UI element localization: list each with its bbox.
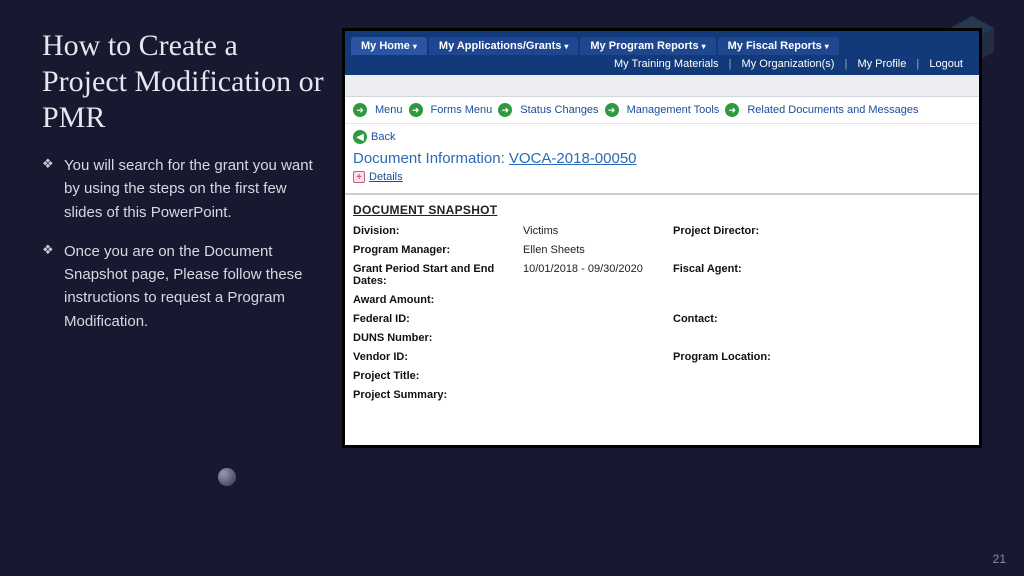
field-label: DUNS Number: xyxy=(353,332,523,344)
field-label: Award Amount: xyxy=(353,294,523,306)
util-link-profile[interactable]: My Profile xyxy=(857,58,906,70)
chevron-down-icon: ▾ xyxy=(702,42,706,51)
field-label: Contact: xyxy=(673,313,793,325)
slide-title: How to Create a Project Modification or … xyxy=(42,28,328,136)
tab-my-applications-grants[interactable]: My Applications/Grants▾ xyxy=(429,37,578,55)
arrow-circle-icon: ➜ xyxy=(353,103,367,117)
tab-my-home[interactable]: My Home▾ xyxy=(351,37,427,55)
snapshot-title: DOCUMENT SNAPSHOT xyxy=(353,203,971,217)
arrow-circle-icon: ➜ xyxy=(409,103,423,117)
menu-link-forms[interactable]: Forms Menu xyxy=(431,104,493,116)
tab-label: My Fiscal Reports xyxy=(728,40,822,52)
tab-label: My Program Reports xyxy=(590,40,698,52)
separator: | xyxy=(916,58,919,70)
field-label: Project Director: xyxy=(673,225,793,237)
field-value xyxy=(793,351,971,363)
back-row: ◀ Back xyxy=(345,124,979,150)
slide-number: 21 xyxy=(993,552,1006,566)
field-value xyxy=(523,294,673,306)
field-value xyxy=(523,313,673,325)
tab-label: My Applications/Grants xyxy=(439,40,561,52)
bullet-list: You will search for the grant you want b… xyxy=(42,154,328,333)
field-value xyxy=(523,370,673,382)
slide-container: How to Create a Project Modification or … xyxy=(0,0,1024,576)
field-value xyxy=(523,389,673,401)
action-menu-row: ➜ Menu ➜ Forms Menu ➜ Status Changes ➜ Manag… xyxy=(345,97,979,124)
tab-my-fiscal-reports[interactable]: My Fiscal Reports▾ xyxy=(718,37,839,55)
bullet-item: Once you are on the Document Snapshot pa… xyxy=(42,240,328,333)
field-label: Fiscal Agent: xyxy=(673,263,793,287)
bullet-item: You will search for the grant you want b… xyxy=(42,154,328,224)
details-link[interactable]: Details xyxy=(369,171,403,183)
field-value xyxy=(793,225,971,237)
field-label: Grant Period Start and End Dates: xyxy=(353,263,523,287)
util-link-logout[interactable]: Logout xyxy=(929,58,963,70)
right-column: My Home▾ My Applications/Grants▾ My Prog… xyxy=(342,28,1024,576)
field-label: Vendor ID: xyxy=(353,351,523,363)
utility-bar: My Training Materials | My Organization(… xyxy=(345,55,979,75)
back-link[interactable]: Back xyxy=(371,131,395,143)
separator: | xyxy=(729,58,732,70)
arrow-circle-icon: ➜ xyxy=(725,103,739,117)
field-value: Ellen Sheets xyxy=(523,244,673,256)
left-column: How to Create a Project Modification or … xyxy=(42,28,342,576)
util-link-training[interactable]: My Training Materials xyxy=(614,58,719,70)
menu-link-status[interactable]: Status Changes xyxy=(520,104,598,116)
document-info-header: Document Information: VOCA-2018-00050 xyxy=(345,150,979,169)
field-label: Project Summary: xyxy=(353,389,523,401)
embedded-app-screenshot: My Home▾ My Applications/Grants▾ My Prog… xyxy=(342,28,982,448)
back-arrow-icon: ◀ xyxy=(353,130,367,144)
field-label: Federal ID: xyxy=(353,313,523,325)
field-value xyxy=(793,263,971,287)
field-value xyxy=(523,332,673,344)
doc-info-label: Document Information: xyxy=(353,150,505,167)
menu-link-mgmt[interactable]: Management Tools xyxy=(627,104,720,116)
arrow-circle-icon: ➜ xyxy=(605,103,619,117)
chevron-down-icon: ▾ xyxy=(413,42,417,51)
tab-label: My Home xyxy=(361,40,410,52)
tab-my-program-reports[interactable]: My Program Reports ▾ xyxy=(580,37,715,55)
doc-id-link[interactable]: VOCA-2018-00050 xyxy=(509,150,637,167)
field-value: Victims xyxy=(523,225,673,237)
field-value: 10/01/2018 - 09/30/2020 xyxy=(523,263,673,287)
field-label: Division: xyxy=(353,225,523,237)
arrow-circle-icon: ➜ xyxy=(498,103,512,117)
expand-plus-icon[interactable]: + xyxy=(353,171,365,183)
chevron-down-icon: ▾ xyxy=(825,42,829,51)
chevron-down-icon: ▾ xyxy=(564,42,568,51)
details-row: + Details xyxy=(345,169,979,189)
menu-link-related[interactable]: Related Documents and Messages xyxy=(747,104,918,116)
separator: | xyxy=(845,58,848,70)
gray-spacer-bar xyxy=(345,75,979,97)
field-label: Project Title: xyxy=(353,370,523,382)
field-label: Program Manager: xyxy=(353,244,523,256)
field-value xyxy=(793,313,971,325)
field-value xyxy=(523,351,673,363)
menu-link-menu[interactable]: Menu xyxy=(375,104,403,116)
snapshot-grid: Division: Victims Project Director: Prog… xyxy=(353,225,971,401)
util-link-organizations[interactable]: My Organization(s) xyxy=(742,58,835,70)
primary-tabstrip: My Home▾ My Applications/Grants▾ My Prog… xyxy=(345,31,979,55)
document-snapshot-section: DOCUMENT SNAPSHOT Division: Victims Proj… xyxy=(345,195,979,409)
decorative-moon-icon xyxy=(218,468,236,486)
field-label: Program Location: xyxy=(673,351,793,363)
